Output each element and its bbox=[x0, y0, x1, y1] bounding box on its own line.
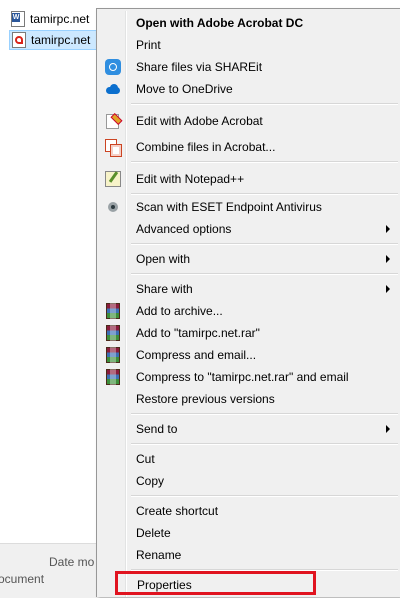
menu-item-open-with[interactable]: Open with bbox=[99, 248, 400, 270]
submenu-arrow-icon bbox=[386, 255, 390, 263]
acrobat-edit-icon bbox=[105, 113, 121, 129]
menu-separator bbox=[131, 495, 398, 497]
menu-item-label: Restore previous versions bbox=[136, 392, 275, 406]
menu-item-print[interactable]: Print bbox=[99, 34, 400, 56]
menu-item-send-to[interactable]: Send to bbox=[99, 418, 400, 440]
menu-item-label: Create shortcut bbox=[136, 504, 219, 518]
menu-item-label: Send to bbox=[136, 422, 178, 436]
menu-item-open-with-acrobat[interactable]: Open with Adobe Acrobat DC bbox=[99, 12, 400, 34]
menu-item-move-to-onedrive[interactable]: Move to OneDrive bbox=[99, 78, 400, 100]
menu-separator bbox=[131, 443, 398, 445]
file-name: tamirpc.net bbox=[31, 33, 91, 47]
context-menu: Open with Adobe Acrobat DC Print Share f… bbox=[96, 8, 400, 597]
menu-item-label: Rename bbox=[136, 548, 182, 562]
menu-item-label: Open with Adobe Acrobat DC bbox=[136, 16, 304, 30]
menu-separator bbox=[131, 243, 398, 245]
submenu-arrow-icon bbox=[386, 225, 390, 233]
file-type-label: ocument bbox=[0, 572, 45, 586]
file-name: tamirpc.net bbox=[30, 12, 90, 26]
menu-item-add-to-rar[interactable]: Add to "tamirpc.net.rar" bbox=[99, 322, 400, 344]
onedrive-icon bbox=[105, 81, 121, 97]
menu-item-compress-rar-email[interactable]: Compress to "tamirpc.net.rar" and email bbox=[99, 366, 400, 388]
menu-item-scan-eset[interactable]: Scan with ESET Endpoint Antivirus bbox=[99, 196, 400, 218]
menu-item-combine-acrobat[interactable]: Combine files in Acrobat... bbox=[99, 136, 400, 158]
menu-item-label: Open with bbox=[136, 252, 191, 266]
menu-item-share-shareit[interactable]: Share files via SHAREit bbox=[99, 56, 400, 78]
menu-item-label: Compress to "tamirpc.net.rar" and email bbox=[136, 370, 349, 384]
menu-separator bbox=[131, 103, 398, 105]
submenu-arrow-icon bbox=[386, 425, 390, 433]
menu-separator bbox=[131, 161, 398, 163]
menu-separator bbox=[131, 413, 398, 415]
menu-item-label: Compress and email... bbox=[136, 348, 257, 362]
menu-item-label: Advanced options bbox=[136, 222, 232, 236]
menu-item-label: Add to "tamirpc.net.rar" bbox=[136, 326, 260, 340]
pdf-doc-icon bbox=[12, 32, 26, 48]
submenu-arrow-icon bbox=[386, 285, 390, 293]
menu-item-copy[interactable]: Copy bbox=[99, 470, 400, 492]
menu-item-restore-previous-versions[interactable]: Restore previous versions bbox=[99, 388, 400, 410]
menu-item-label: Cut bbox=[136, 452, 155, 466]
winrar-icon bbox=[105, 369, 121, 385]
menu-item-label: Move to OneDrive bbox=[136, 82, 233, 96]
menu-item-label: Print bbox=[136, 38, 161, 52]
menu-item-label: Share with bbox=[136, 282, 193, 296]
menu-item-cut[interactable]: Cut bbox=[99, 448, 400, 470]
file-item-word[interactable]: tamirpc.net bbox=[9, 9, 101, 29]
menu-item-label: Delete bbox=[136, 526, 171, 540]
menu-item-compress-email[interactable]: Compress and email... bbox=[99, 344, 400, 366]
menu-item-label: Edit with Adobe Acrobat bbox=[136, 114, 263, 128]
menu-item-create-shortcut[interactable]: Create shortcut bbox=[99, 500, 400, 522]
menu-item-edit-acrobat[interactable]: Edit with Adobe Acrobat bbox=[99, 110, 400, 132]
menu-separator bbox=[131, 273, 398, 275]
properties-highlight-box bbox=[115, 571, 316, 595]
menu-item-label: Edit with Notepad++ bbox=[136, 172, 245, 186]
notepad-plus-plus-icon bbox=[105, 171, 121, 187]
file-item-pdf-selected[interactable]: tamirpc.net bbox=[9, 30, 101, 50]
winrar-icon bbox=[105, 325, 121, 341]
menu-item-label: Combine files in Acrobat... bbox=[136, 140, 276, 154]
menu-item-share-with[interactable]: Share with bbox=[99, 278, 400, 300]
winrar-icon bbox=[105, 347, 121, 363]
menu-separator bbox=[131, 193, 398, 195]
menu-item-label: Add to archive... bbox=[136, 304, 223, 318]
word-doc-icon bbox=[11, 11, 25, 27]
date-modified-label: Date mo bbox=[49, 555, 95, 569]
eset-icon bbox=[105, 199, 121, 215]
menu-item-advanced-options[interactable]: Advanced options bbox=[99, 218, 400, 240]
shareit-icon bbox=[105, 59, 121, 75]
winrar-icon bbox=[105, 303, 121, 319]
menu-item-rename[interactable]: Rename bbox=[99, 544, 400, 566]
menu-item-label: Copy bbox=[136, 474, 165, 488]
menu-item-edit-notepadpp[interactable]: Edit with Notepad++ bbox=[99, 168, 400, 190]
menu-item-add-to-archive[interactable]: Add to archive... bbox=[99, 300, 400, 322]
menu-item-label: Share files via SHAREit bbox=[136, 60, 263, 74]
menu-item-delete[interactable]: Delete bbox=[99, 522, 400, 544]
acrobat-combine-icon bbox=[105, 139, 122, 157]
menu-item-label: Scan with ESET Endpoint Antivirus bbox=[136, 200, 322, 214]
